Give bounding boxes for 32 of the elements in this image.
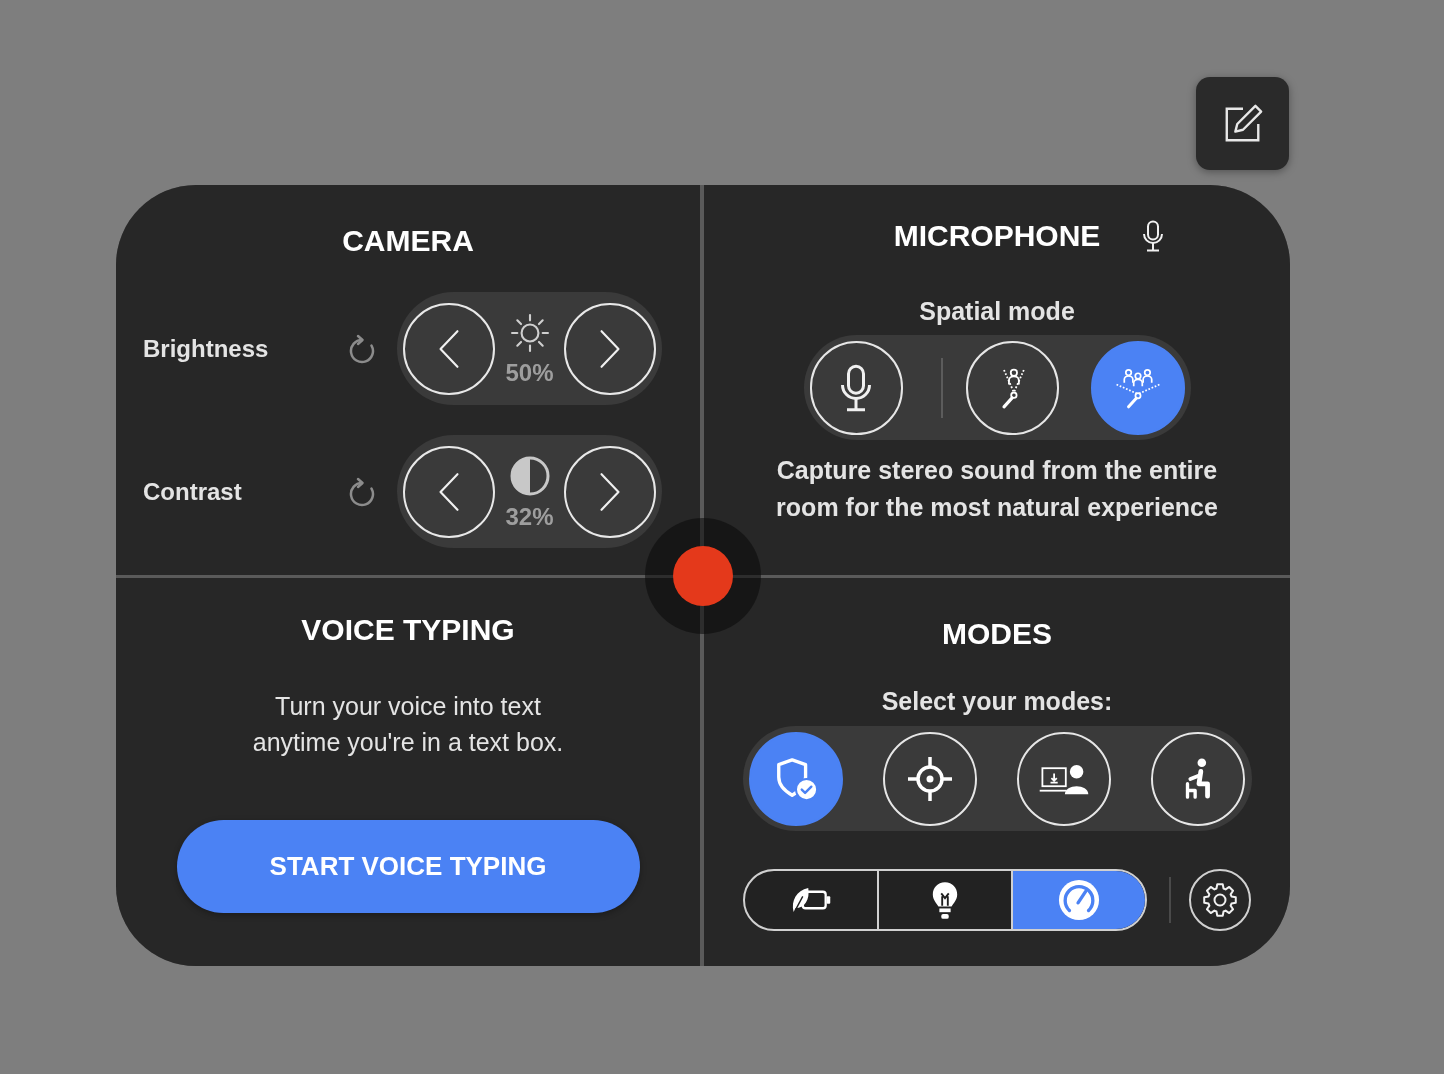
microphone-icon xyxy=(839,363,874,412)
power-profile-button[interactable] xyxy=(1011,871,1145,929)
section-title: MODES xyxy=(942,616,1052,652)
setting-label: Brightness xyxy=(143,333,270,364)
microphone-icon xyxy=(1142,220,1165,252)
reset-icon[interactable] xyxy=(348,333,376,364)
section-title: CAMERA xyxy=(342,223,474,259)
voice-typing-description: Turn your voice into text anytime you're in a text box. xyxy=(251,691,565,758)
setting-label: Contrast xyxy=(143,476,243,507)
section-title: VOICE TYPING xyxy=(301,612,515,648)
decrease-button[interactable] xyxy=(403,302,495,395)
mode-description: Capture stereo sound from the entire room for the most natural experience xyxy=(775,455,1219,523)
start-voice-typing-button[interactable]: START VOICE TYPING xyxy=(176,820,640,913)
spatial-mode-button[interactable] xyxy=(1091,340,1185,435)
increase-button[interactable] xyxy=(564,445,656,538)
sun-icon xyxy=(510,313,549,352)
contrast-icon xyxy=(509,455,550,496)
settings-icon xyxy=(1202,882,1238,918)
crosshair-icon xyxy=(905,754,954,803)
value-label: 50% xyxy=(505,359,554,386)
light-bulb-icon xyxy=(930,880,960,920)
reset-icon[interactable] xyxy=(348,476,376,507)
settings-button[interactable] xyxy=(1189,869,1251,931)
value-label: 32% xyxy=(505,503,554,530)
increase-button[interactable] xyxy=(564,302,656,395)
decrease-button[interactable] xyxy=(403,445,495,538)
dot-icon xyxy=(643,516,763,636)
section-subtitle: Spatial mode xyxy=(919,296,1075,326)
section-subtitle: Select your modes: xyxy=(881,686,1113,716)
section-title: MICROPHONE xyxy=(893,218,1101,254)
gauge-icon xyxy=(1058,879,1100,921)
edit-button[interactable] xyxy=(1196,77,1289,170)
